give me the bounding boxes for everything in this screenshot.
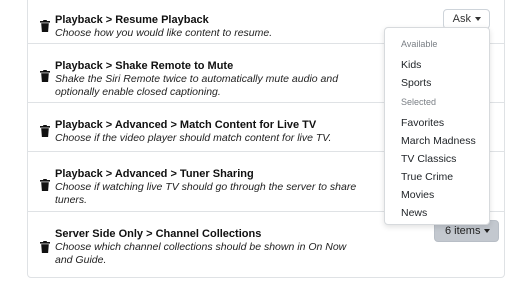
menu-item-news[interactable]: News xyxy=(401,207,427,219)
setting-title: Playback > Advanced > Match Content for … xyxy=(55,119,317,131)
setting-title: Server Side Only > Channel Collections xyxy=(55,228,262,240)
setting-description: Choose if watching live TV should go thr… xyxy=(55,181,357,206)
trash-icon[interactable] xyxy=(40,70,50,82)
trash-icon[interactable] xyxy=(40,125,50,137)
menu-header-selected: Selected xyxy=(401,97,437,107)
trash-icon[interactable] xyxy=(40,179,50,191)
dropdown-value: 6 items xyxy=(445,225,481,237)
menu-item-favorites[interactable]: Favorites xyxy=(401,117,444,129)
dropdown-value: Ask xyxy=(452,13,471,25)
channel-collections-menu: Available Kids Sports Selected Favorites… xyxy=(384,27,490,225)
caret-down-icon xyxy=(484,229,491,233)
setting-description: Choose which channel collections should … xyxy=(55,241,347,266)
trash-icon[interactable] xyxy=(40,241,50,253)
resume-mode-dropdown-button[interactable]: Ask xyxy=(442,9,490,29)
trash-icon[interactable] xyxy=(40,20,50,32)
menu-item-kids[interactable]: Kids xyxy=(401,59,421,71)
setting-description: Choose if the video player should match … xyxy=(55,132,332,144)
menu-item-sports[interactable]: Sports xyxy=(401,77,431,89)
setting-title: Playback > Advanced > Tuner Sharing xyxy=(55,168,254,180)
caret-down-icon xyxy=(475,17,481,21)
setting-title: Playback > Shake Remote to Mute xyxy=(55,60,234,72)
setting-description: Choose how you would like content to res… xyxy=(55,27,273,39)
menu-item-tv-classics[interactable]: TV Classics xyxy=(401,153,456,165)
menu-item-movies[interactable]: Movies xyxy=(401,189,434,201)
setting-title: Playback > Resume Playback xyxy=(55,14,209,26)
menu-item-true-crime[interactable]: True Crime xyxy=(401,171,453,183)
menu-item-march-madness[interactable]: March Madness xyxy=(401,135,476,147)
menu-header-available: Available xyxy=(401,39,438,49)
setting-description: Shake the Siri Remote twice to automatic… xyxy=(55,73,339,98)
